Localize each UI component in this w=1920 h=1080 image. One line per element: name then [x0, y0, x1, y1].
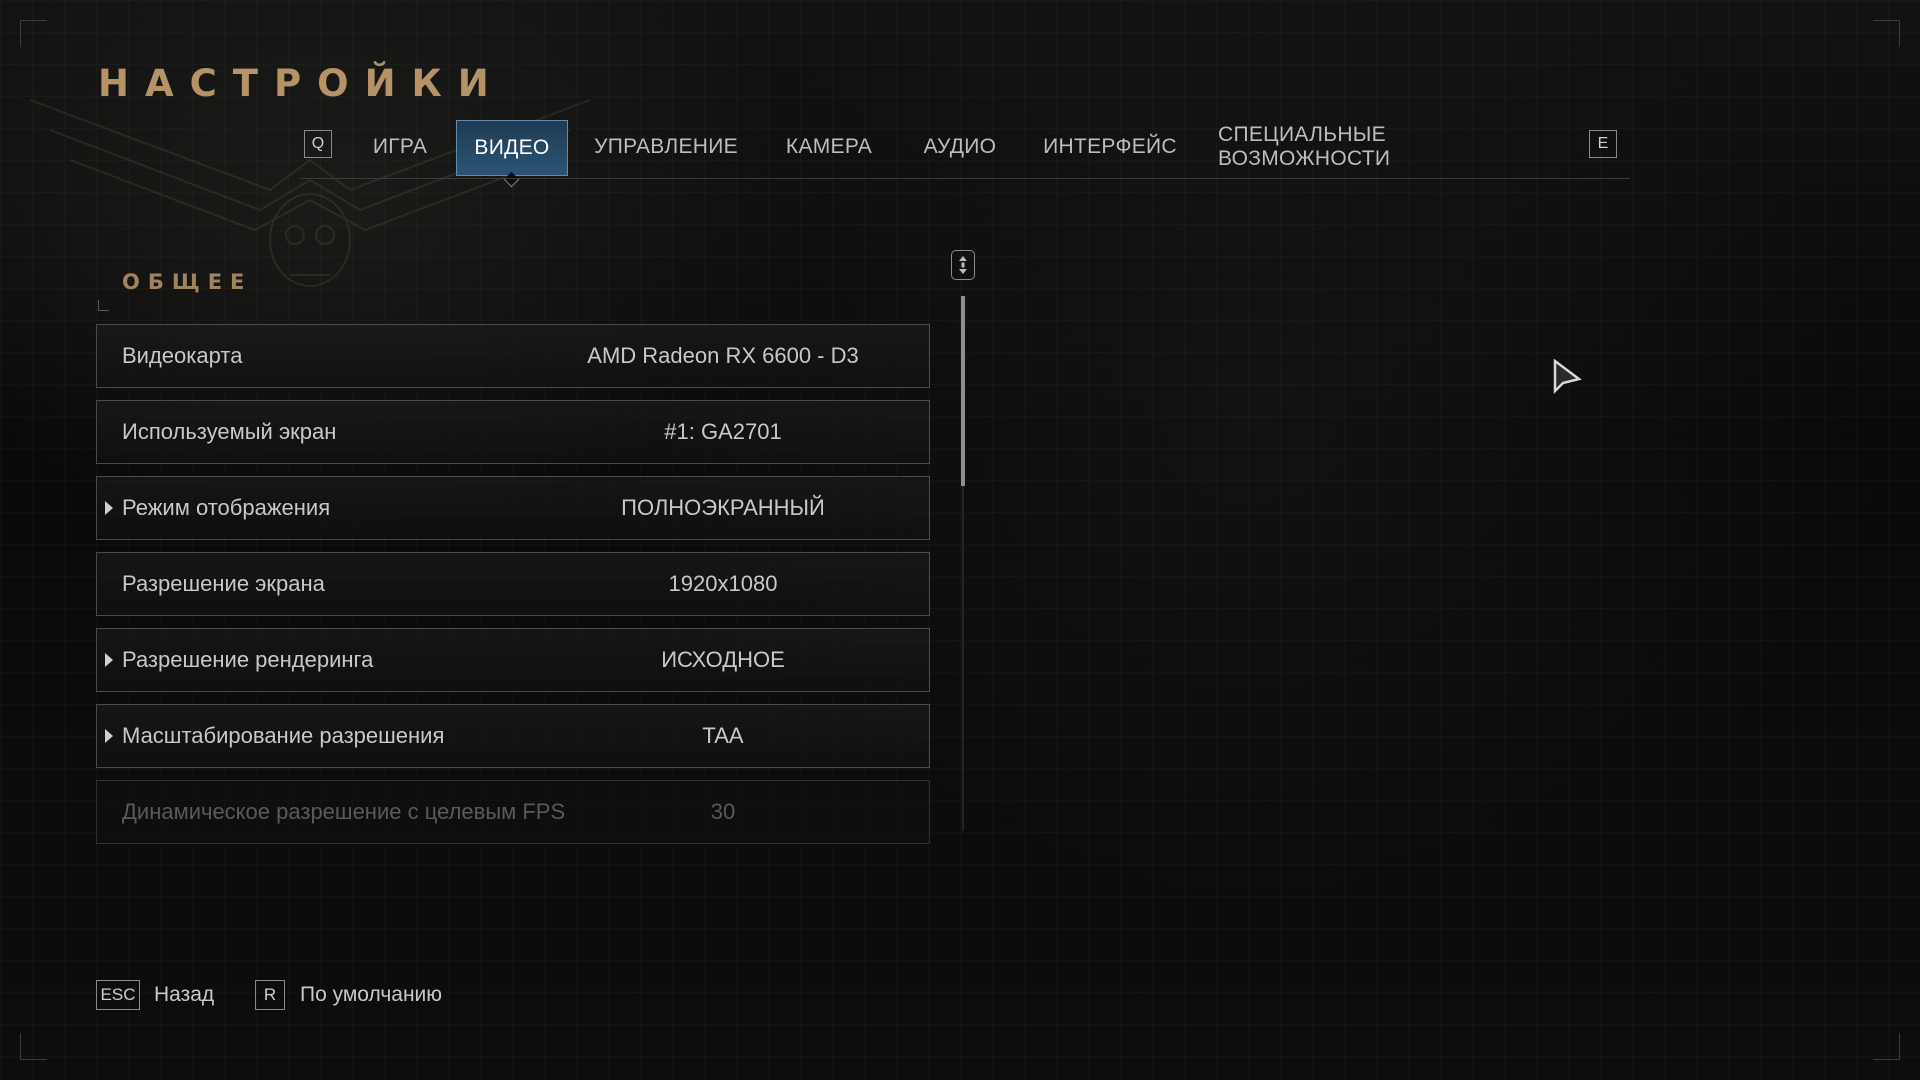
setting-label: Режим отображения — [122, 495, 331, 520]
footer-hints: ESC Назад R По умолчанию — [96, 980, 696, 1014]
setting-row-render-resolution[interactable]: Разрешение рендеринга ИСХОДНОЕ — [96, 628, 930, 692]
setting-row-gpu[interactable]: Видеокарта AMD Radeon RX 6600 - D3 — [96, 324, 930, 388]
page-title: НАСТРОЙКИ — [98, 62, 505, 105]
setting-value: AMD Radeon RX 6600 - D3 — [587, 343, 859, 368]
setting-row-upscaling[interactable]: Масштабирование разрешения TAA — [96, 704, 930, 768]
setting-row-resolution[interactable]: Разрешение экрана 1920x1080 — [96, 552, 930, 616]
tab-interface[interactable]: ИНТЕРФЕЙС — [1040, 118, 1180, 176]
next-tab-key[interactable]: E — [1589, 130, 1617, 158]
mouse-cursor-icon — [1553, 359, 1582, 395]
setting-label: Используемый экран — [122, 419, 337, 444]
setting-value: ИСХОДНОЕ — [661, 647, 785, 672]
setting-label: Видеокарта — [122, 343, 243, 368]
prev-tab-key[interactable]: Q — [304, 130, 332, 158]
expand-arrow-icon — [105, 653, 113, 667]
setting-label: Разрешение рендеринга — [122, 647, 374, 672]
tab-audio[interactable]: АУДИО — [916, 118, 1004, 176]
reset-key[interactable]: R — [255, 980, 285, 1010]
setting-row-display-mode[interactable]: Режим отображения ПОЛНОЭКРАННЫЙ — [96, 476, 930, 540]
settings-list: Видеокарта AMD Radeon RX 6600 - D3 Испол… — [96, 324, 930, 856]
frame-corner — [20, 1033, 47, 1060]
scrollbar-thumb[interactable] — [961, 296, 965, 486]
tab-bar: Q ИГРА ВИДЕО УПРАВЛЕНИЕ КАМЕРА АУДИО ИНТ… — [0, 118, 1920, 188]
tab-game[interactable]: ИГРА — [360, 118, 440, 176]
setting-value: 1920x1080 — [668, 571, 778, 596]
esc-key[interactable]: ESC — [96, 980, 140, 1010]
setting-label: Динамическое разрешение с целевым FPS — [122, 799, 566, 824]
expand-arrow-icon — [105, 501, 113, 515]
mouse-scroll-icon — [951, 250, 975, 280]
setting-label: Разрешение экрана — [122, 571, 325, 596]
expand-arrow-icon — [105, 729, 113, 743]
setting-row-dynamic-resolution: Динамическое разрешение с целевым FPS 30 — [96, 780, 930, 844]
setting-value: #1: GA2701 — [664, 419, 782, 444]
tab-accessibility[interactable]: СПЕЦИАЛЬНЫЕ ВОЗМОЖНОСТИ — [1218, 118, 1554, 176]
setting-row-display[interactable]: Используемый экран #1: GA2701 — [96, 400, 930, 464]
setting-label: Масштабирование разрешения — [122, 723, 445, 748]
back-button[interactable]: Назад — [154, 980, 214, 1010]
tab-video[interactable]: ВИДЕО — [456, 120, 568, 176]
frame-corner — [1873, 20, 1900, 47]
frame-corner — [1873, 1033, 1900, 1060]
section-corner-mark — [98, 300, 109, 311]
setting-value: 30 — [710, 799, 736, 824]
tab-underline — [300, 178, 1630, 179]
setting-value: ПОЛНОЭКРАННЫЙ — [621, 495, 825, 520]
setting-value: TAA — [702, 723, 744, 748]
section-title: ОБЩЕЕ — [122, 270, 253, 294]
tab-camera[interactable]: КАМЕРА — [778, 118, 880, 176]
tab-controls[interactable]: УПРАВЛЕНИЕ — [590, 118, 742, 176]
reset-defaults-button[interactable]: По умолчанию — [300, 980, 442, 1010]
